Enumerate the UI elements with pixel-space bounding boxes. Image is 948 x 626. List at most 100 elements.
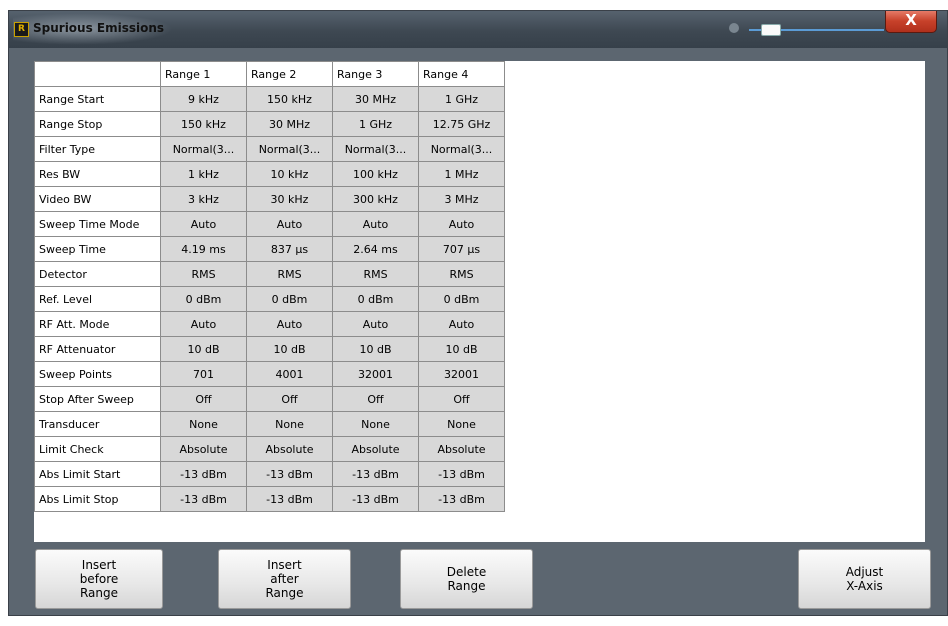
range-cell[interactable]: Auto [160,311,247,337]
delete-range-button[interactable]: Delete Range [400,549,533,609]
range-cell[interactable]: RMS [160,261,247,287]
column-header-range-1[interactable]: Range 1 [160,61,247,87]
range-cell[interactable]: -13 dBm [332,486,419,512]
table-corner [34,61,161,87]
table-row: Filter Type Normal(3... Normal(3... Normal(… [34,136,505,162]
row-label: Limit Check [34,436,161,462]
range-cell[interactable]: 701 [160,361,247,387]
table-row: Transducer None None None None [34,411,505,437]
range-cell[interactable]: Auto [332,311,419,337]
range-cell[interactable]: 150 kHz [160,111,247,137]
range-cell[interactable]: -13 dBm [160,461,247,487]
transparency-icon [729,23,739,33]
title-bar[interactable]: R Spurious Emissions X [9,11,947,48]
range-cell[interactable]: 0 dBm [160,286,247,312]
window-title: Spurious Emissions [33,21,165,35]
table-row: Abs Limit Start -13 dBm -13 dBm -13 dBm -13 … [34,461,505,487]
range-cell[interactable]: -13 dBm [160,486,247,512]
table-row: Ref. Level 0 dBm 0 dBm 0 dBm 0 dBm [34,286,505,312]
range-cell[interactable]: 30 MHz [246,111,333,137]
range-cell[interactable]: Normal(3... [332,136,419,162]
range-cell[interactable]: Auto [160,211,247,237]
range-cell[interactable]: RMS [332,261,419,287]
range-cell[interactable]: Auto [418,311,505,337]
table-row: Range Stop 150 kHz 30 MHz 1 GHz 12.75 GHz [34,111,505,137]
insert-before-range-button[interactable]: Insert before Range [35,549,163,609]
range-cell[interactable]: 0 dBm [332,286,419,312]
table-row: Sweep Time Mode Auto Auto Auto Auto [34,211,505,237]
insert-after-range-button[interactable]: Insert after Range [218,549,351,609]
range-cell[interactable]: 10 dB [246,336,333,362]
range-cell[interactable]: 10 dB [160,336,247,362]
table-header-row: Range 1 Range 2 Range 3 Range 4 [34,61,505,87]
range-cell[interactable]: 30 MHz [332,86,419,112]
range-cell[interactable]: None [246,411,333,437]
range-cell[interactable]: 10 kHz [246,161,333,187]
range-cell[interactable]: 1 kHz [160,161,247,187]
column-header-range-3[interactable]: Range 3 [332,61,419,87]
range-cell[interactable]: 3 MHz [418,186,505,212]
range-cell[interactable]: 30 kHz [246,186,333,212]
range-cell[interactable]: Auto [332,211,419,237]
slider-thumb[interactable] [761,24,781,36]
range-cell[interactable]: 1 GHz [418,86,505,112]
range-cell[interactable]: 1 MHz [418,161,505,187]
range-cell[interactable]: -13 dBm [246,461,333,487]
range-cell[interactable]: 2.64 ms [332,236,419,262]
range-cell[interactable]: Off [246,386,333,412]
range-cell[interactable]: Off [332,386,419,412]
range-cell[interactable]: Absolute [246,436,333,462]
table-row: Detector RMS RMS RMS RMS [34,261,505,287]
range-cell[interactable]: Auto [418,211,505,237]
range-cell[interactable]: Absolute [332,436,419,462]
range-cell[interactable]: RMS [246,261,333,287]
range-cell[interactable]: Auto [246,311,333,337]
range-cell[interactable]: 4.19 ms [160,236,247,262]
range-cell[interactable]: 707 µs [418,236,505,262]
range-cell[interactable]: Off [418,386,505,412]
range-cell[interactable]: 1 GHz [332,111,419,137]
row-label: Res BW [34,161,161,187]
column-header-range-4[interactable]: Range 4 [418,61,505,87]
range-cell[interactable]: Absolute [160,436,247,462]
range-cell[interactable]: 10 dB [332,336,419,362]
range-cell[interactable]: 0 dBm [246,286,333,312]
adjust-x-axis-button[interactable]: Adjust X-Axis [798,549,931,609]
close-button[interactable]: X [885,11,937,33]
range-cell[interactable]: 32001 [418,361,505,387]
range-cell[interactable]: RMS [418,261,505,287]
range-cell[interactable]: 4001 [246,361,333,387]
range-cell[interactable]: -13 dBm [418,461,505,487]
column-header-range-2[interactable]: Range 2 [246,61,333,87]
range-cell[interactable]: Off [160,386,247,412]
range-cell[interactable]: None [160,411,247,437]
range-cell[interactable]: 0 dBm [418,286,505,312]
row-label: Stop After Sweep [34,386,161,412]
range-cell[interactable]: Normal(3... [160,136,247,162]
spurious-emissions-dialog: R Spurious Emissions X Range 1 Range 2 R… [8,10,948,616]
range-cell[interactable]: -13 dBm [332,461,419,487]
range-cell[interactable]: Normal(3... [418,136,505,162]
range-cell[interactable]: 150 kHz [246,86,333,112]
range-cell[interactable]: Absolute [418,436,505,462]
range-cell[interactable]: Normal(3... [246,136,333,162]
row-label: RF Att. Mode [34,311,161,337]
range-cell[interactable]: 10 dB [418,336,505,362]
row-label: Transducer [34,411,161,437]
range-cell[interactable]: Auto [246,211,333,237]
range-cell[interactable]: 3 kHz [160,186,247,212]
range-cell[interactable]: 837 µs [246,236,333,262]
range-cell[interactable]: None [418,411,505,437]
range-cell[interactable]: None [332,411,419,437]
table-row: Limit Check Absolute Absolute Absolute Absol… [34,436,505,462]
range-cell[interactable]: 32001 [332,361,419,387]
range-cell[interactable]: 9 kHz [160,86,247,112]
range-cell[interactable]: 12.75 GHz [418,111,505,137]
range-table-panel: Range 1 Range 2 Range 3 Range 4 Range St… [34,61,925,542]
range-cell[interactable]: -13 dBm [246,486,333,512]
range-cell[interactable]: 300 kHz [332,186,419,212]
app-logo-icon: R [14,22,29,37]
range-cell[interactable]: 100 kHz [332,161,419,187]
transparency-slider[interactable] [749,24,884,36]
range-cell[interactable]: -13 dBm [418,486,505,512]
